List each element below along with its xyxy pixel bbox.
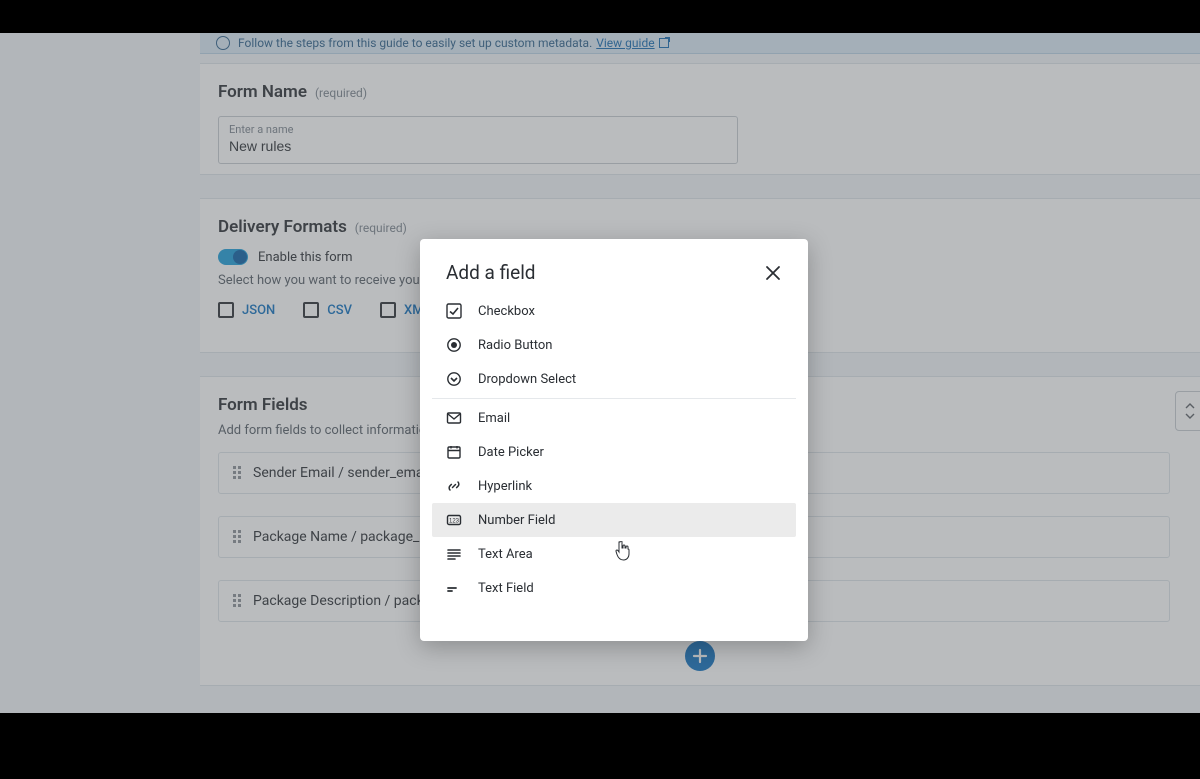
option-label: Checkbox xyxy=(478,304,535,319)
option-number-field[interactable]: 123 Number Field xyxy=(432,503,796,537)
calendar-icon xyxy=(446,444,462,460)
option-label: Email xyxy=(478,411,510,426)
textfield-icon xyxy=(446,580,462,596)
option-date-picker[interactable]: Date Picker xyxy=(432,435,796,469)
separator xyxy=(432,398,796,399)
textarea-icon xyxy=(446,546,462,562)
close-button[interactable] xyxy=(764,264,782,282)
svg-text:123: 123 xyxy=(449,519,460,525)
option-label: Hyperlink xyxy=(478,479,532,494)
checkbox-icon xyxy=(446,303,462,319)
option-checkbox[interactable]: Checkbox xyxy=(432,294,796,328)
option-label: Dropdown Select xyxy=(478,372,576,387)
option-label: Text Area xyxy=(478,547,533,562)
option-hyperlink[interactable]: Hyperlink xyxy=(432,469,796,503)
option-label: Date Picker xyxy=(478,445,544,460)
modal-title: Add a field xyxy=(446,261,536,284)
option-label: Number Field xyxy=(478,513,555,528)
app-canvas: Follow the steps from this guide to easi… xyxy=(0,33,1200,713)
option-text-field[interactable]: Text Field xyxy=(432,571,796,605)
option-label: Radio Button xyxy=(478,338,552,353)
mail-icon xyxy=(446,410,462,426)
add-field-modal: Add a field Checkbox Radio Button xyxy=(420,239,808,641)
option-dropdown-select[interactable]: Dropdown Select xyxy=(432,362,796,396)
close-icon xyxy=(764,264,782,282)
link-icon xyxy=(446,478,462,494)
option-label: Text Field xyxy=(478,581,534,596)
option-email[interactable]: Email xyxy=(432,401,796,435)
field-type-list: Checkbox Radio Button Dropdown Select xyxy=(432,294,796,605)
letterbox-bottom xyxy=(0,713,1200,779)
option-text-area[interactable]: Text Area xyxy=(432,537,796,571)
letterbox-top xyxy=(0,0,1200,33)
number-icon: 123 xyxy=(446,512,462,528)
radio-icon xyxy=(446,337,462,353)
option-radio-button[interactable]: Radio Button xyxy=(432,328,796,362)
dropdown-icon xyxy=(446,371,462,387)
